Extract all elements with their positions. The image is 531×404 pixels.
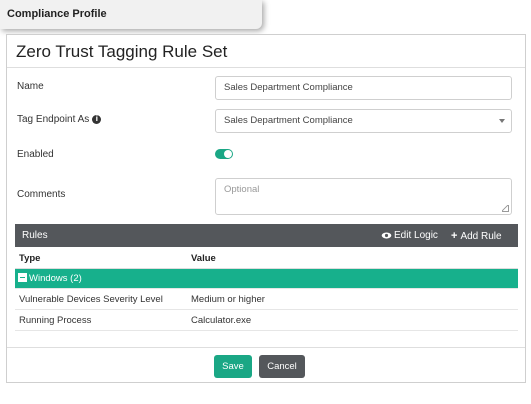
enabled-toggle[interactable] bbox=[215, 149, 233, 159]
cancel-button[interactable]: Cancel bbox=[259, 355, 305, 378]
rule-value-cell: Calculator.exe bbox=[187, 309, 518, 331]
footer-divider bbox=[7, 347, 525, 348]
eye-icon bbox=[381, 232, 392, 239]
name-label: Name bbox=[17, 81, 44, 92]
rule-group-label: Windows (2) bbox=[29, 273, 82, 284]
chevron-down-icon bbox=[499, 119, 505, 123]
enabled-label: Enabled bbox=[17, 149, 54, 160]
rule-type-cell: Vulnerable Devices Severity Level bbox=[15, 288, 187, 310]
panel-title: Zero Trust Tagging Rule Set bbox=[16, 42, 228, 61]
rule-group-cell[interactable]: Windows (2) bbox=[15, 268, 518, 289]
tag-endpoint-label: Tag Endpoint As i bbox=[17, 114, 102, 125]
save-button[interactable]: Save bbox=[214, 355, 252, 378]
collapse-icon[interactable] bbox=[18, 273, 27, 282]
rules-header-bar: Rules Edit Logic + Add Rule bbox=[15, 224, 518, 247]
column-header-type: Type bbox=[15, 248, 187, 269]
tag-endpoint-select[interactable]: Sales Department Compliance bbox=[215, 109, 512, 133]
comments-label: Comments bbox=[17, 189, 66, 200]
toggle-knob bbox=[224, 150, 232, 158]
tag-endpoint-select-value: Sales Department Compliance bbox=[224, 115, 353, 126]
rule-set-panel: Zero Trust Tagging Rule Set Name Sales D… bbox=[6, 34, 526, 383]
info-icon[interactable]: i bbox=[92, 115, 102, 124]
edit-logic-button[interactable]: Edit Logic bbox=[381, 230, 438, 241]
add-rule-button[interactable]: + Add Rule bbox=[451, 230, 502, 242]
rule-type-cell: Running Process bbox=[15, 309, 187, 331]
rules-table-header: Type Value bbox=[15, 248, 518, 269]
add-rule-label: Add Rule bbox=[460, 231, 502, 242]
table-row[interactable]: Running Process Calculator.exe bbox=[15, 309, 518, 331]
page-header-tab: Compliance Profile bbox=[0, 0, 262, 29]
rule-value-cell: Medium or higher bbox=[187, 288, 518, 310]
title-divider bbox=[7, 67, 525, 68]
comments-textarea[interactable]: Optional bbox=[215, 178, 512, 215]
rule-group-row[interactable]: Windows (2) bbox=[15, 268, 518, 289]
rules-table: Type Value Windows (2) Vulnerable Device… bbox=[15, 248, 518, 331]
page-header-title: Compliance Profile bbox=[7, 8, 107, 20]
resize-grip-icon[interactable] bbox=[502, 205, 509, 212]
name-input[interactable]: Sales Department Compliance bbox=[215, 76, 512, 100]
edit-logic-label: Edit Logic bbox=[394, 230, 438, 241]
table-row[interactable]: Vulnerable Devices Severity Level Medium… bbox=[15, 288, 518, 310]
column-header-value: Value bbox=[187, 248, 518, 269]
rules-title: Rules bbox=[22, 230, 48, 241]
plus-icon: + bbox=[451, 230, 458, 242]
comments-placeholder: Optional bbox=[224, 184, 260, 195]
tag-endpoint-label-text: Tag Endpoint As bbox=[17, 114, 90, 125]
